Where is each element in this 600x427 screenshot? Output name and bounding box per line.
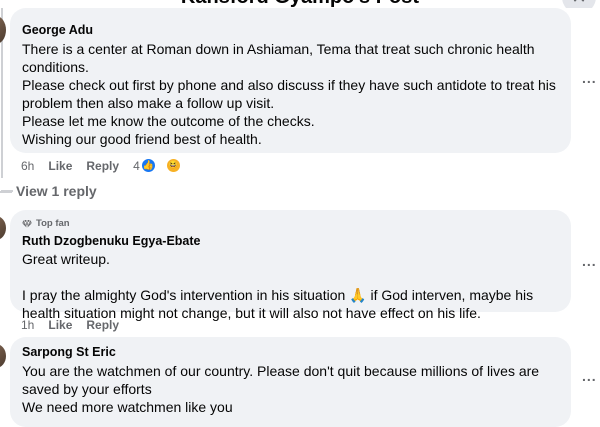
comment-line: There is a center at Roman down in Ashia… [22, 41, 535, 57]
comment-author[interactable]: George Adu [22, 23, 559, 38]
more-options-icon[interactable]: ... [582, 253, 597, 269]
post-header: Kansford Gyampo's Post ✕ [0, 0, 600, 8]
comment-author[interactable]: Ruth Dzogbenuku Egya-Ebate [22, 234, 559, 249]
comment-bubble: Sarpong St Eric You are the watchmen of … [10, 337, 571, 427]
reaction-count: 4 [133, 158, 140, 173]
comment-bubble: George Adu There is a center at Roman do… [10, 8, 571, 153]
comment-line: problem then also make a follow up visit… [22, 95, 275, 111]
comment-line: Please let me know the outcome of the ch… [22, 113, 315, 129]
comment-line: saved by your efforts [22, 381, 152, 397]
comment-time[interactable]: 1h [21, 318, 34, 332]
comment-line [22, 268, 559, 286]
reactions-summary[interactable]: 4 👍 😆 [133, 158, 195, 173]
comment-time[interactable]: 6h [21, 159, 34, 173]
reply-button[interactable]: Reply [86, 318, 119, 332]
comment-line: You are the watchmen of our country. Ple… [22, 363, 540, 379]
close-icon[interactable]: ✕ [562, 0, 596, 8]
more-options-icon[interactable]: ... [582, 368, 597, 384]
top-fan-label: Top fan [36, 218, 70, 229]
comment-line: Please check out first by phone and also… [22, 77, 556, 93]
avatar[interactable] [0, 344, 6, 368]
top-fan-badge: Top fan [22, 217, 559, 230]
comment-line: We need more watchmen like you [22, 399, 233, 415]
more-options-icon[interactable]: ... [582, 70, 597, 86]
avatar[interactable] [0, 16, 6, 44]
comment-bubble: Top fan Ruth Dzogbenuku Egya-Ebate Great… [10, 210, 571, 321]
like-reaction-icon: 👍 [140, 158, 156, 173]
like-button[interactable]: Like [48, 159, 72, 173]
comment-text: Great writeup. I pray the almighty God's… [22, 250, 559, 322]
haha-reaction-icon: 😆 [165, 158, 181, 173]
view-replies-label: View 1 reply [16, 183, 97, 199]
like-button[interactable]: Like [48, 318, 72, 332]
comment-line: I pray the almighty God's intervention i… [22, 287, 534, 303]
comment-line: Wishing our good friend best of health. [22, 131, 262, 147]
view-replies-button[interactable]: View 1 reply [0, 183, 97, 199]
comment-line: conditions. [22, 59, 89, 75]
avatar[interactable] [0, 216, 6, 240]
diamond-icon [22, 218, 32, 229]
comment-line: Great writeup. [22, 251, 110, 267]
post-title: Kansford Gyampo's Post [0, 0, 600, 8]
reply-button[interactable]: Reply [86, 159, 119, 173]
comment-author[interactable]: Sarpong St Eric [22, 345, 559, 360]
comment-actions: 1h Like Reply [21, 318, 133, 332]
comment-text: There is a center at Roman down in Ashia… [22, 40, 559, 148]
comment-text: You are the watchmen of our country. Ple… [22, 362, 559, 416]
comment-actions: 6h Like Reply 4 👍 😆 [21, 158, 195, 173]
